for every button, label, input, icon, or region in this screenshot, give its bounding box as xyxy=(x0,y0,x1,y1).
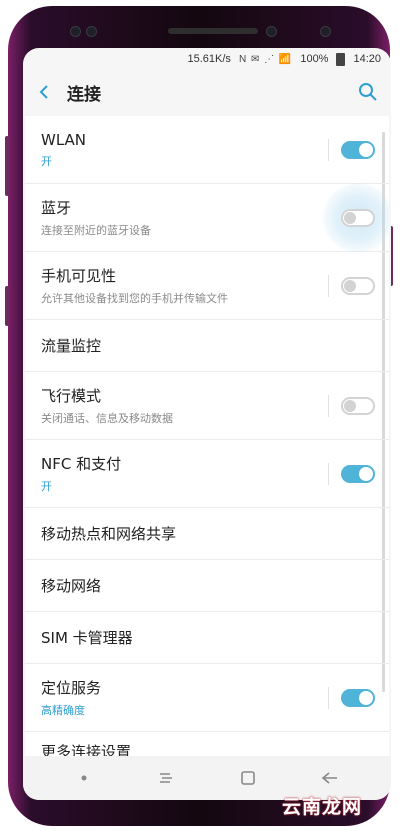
toggle-switch-phone-visibility[interactable] xyxy=(341,277,375,295)
setting-label: 定位服务 xyxy=(41,679,102,697)
setting-summary: 连接至附近的蓝牙设备 xyxy=(41,224,151,237)
recents-icon[interactable] xyxy=(154,766,178,790)
overview-square-icon[interactable] xyxy=(236,766,260,790)
home-dot-icon[interactable] xyxy=(72,766,96,790)
battery-level: 100% xyxy=(300,53,329,65)
page-title: 连接 xyxy=(67,84,101,105)
setting-row-location[interactable]: 定位服务 高精确度 xyxy=(25,664,389,732)
setting-texts: 定位服务 高精确度 xyxy=(41,677,101,718)
setting-texts: SIM 卡管理器 xyxy=(41,627,133,648)
toggle-divider xyxy=(328,275,329,297)
setting-label: SIM 卡管理器 xyxy=(41,629,133,647)
front-camera-right xyxy=(320,26,331,37)
setting-texts: 飞行模式关闭通话、信息及移动数据 xyxy=(41,385,173,426)
setting-row-sim-card-manager[interactable]: SIM 卡管理器 xyxy=(25,612,389,664)
setting-label: WLAN xyxy=(41,130,87,149)
setting-label: 移动热点和网络共享 xyxy=(41,525,177,543)
volume-button xyxy=(5,286,9,326)
toggle-switch-nfc-payment[interactable] xyxy=(341,465,375,483)
setting-row-bluetooth[interactable]: 蓝牙连接至附近的蓝牙设备 xyxy=(25,183,389,253)
signal-icons: N ✉ ⋰ 📶 xyxy=(238,53,293,65)
battery-icon xyxy=(336,52,346,66)
setting-row-nfc-payment[interactable]: NFC 和支付开 xyxy=(25,440,389,508)
settings-list: WLAN 开蓝牙 连接至附近的蓝牙设备 手机可见性 允许其他设备找到您的手机并传输文件流… xyxy=(25,116,389,770)
toggle-switch-location[interactable] xyxy=(341,689,375,707)
setting-label: NFC 和支付 xyxy=(41,455,122,473)
front-camera xyxy=(86,26,97,37)
phone-frame: 15.61K/s N ✉ ⋰ 📶 100% 14:20 连接 WLAN 开蓝牙 连接… xyxy=(5,6,393,826)
app-bar: 连接 xyxy=(23,70,391,114)
search-icon[interactable] xyxy=(357,81,379,103)
earpiece xyxy=(168,28,258,34)
watermark-logo: 云南龙网 xyxy=(281,796,362,818)
toggle-divider xyxy=(328,395,329,417)
toggle-switch-bluetooth[interactable] xyxy=(341,209,375,227)
setting-texts: 蓝牙连接至附近的蓝牙设备 xyxy=(41,197,151,238)
setting-row-wlan[interactable]: WLAN 开 xyxy=(25,116,389,184)
setting-label: 飞行模式 xyxy=(41,387,102,405)
setting-texts: NFC 和支付开 xyxy=(41,453,121,494)
network-speed: 15.61K/s xyxy=(187,53,231,65)
setting-row-airplane-mode[interactable]: 飞行模式关闭通话、信息及移动数据 xyxy=(25,372,389,440)
setting-summary: 允许其他设备找到您的手机并传输文件 xyxy=(41,292,228,305)
screen: 15.61K/s N ✉ ⋰ 📶 100% 14:20 连接 WLAN 开蓝牙 连接… xyxy=(23,48,391,800)
toggle-divider xyxy=(328,139,329,161)
status-bar: 15.61K/s N ✉ ⋰ 📶 100% 14:20 xyxy=(23,48,391,70)
setting-row-phone-visibility[interactable]: 手机可见性允许其他设备找到您的手机并传输文件 xyxy=(25,252,389,320)
setting-label: 手机可见性 xyxy=(41,267,117,285)
bixby-button xyxy=(5,136,9,196)
toggle-switch-airplane-mode[interactable] xyxy=(341,397,375,415)
toggle-divider xyxy=(328,687,329,709)
setting-label: 流量监控 xyxy=(41,337,102,355)
toggle-divider xyxy=(328,463,329,485)
setting-texts: 手机可见性允许其他设备找到您的手机并传输文件 xyxy=(41,265,228,306)
back-arrow-icon[interactable] xyxy=(33,81,55,103)
iris-sensor xyxy=(266,26,277,37)
setting-texts: WLAN 开 xyxy=(41,131,86,169)
toggle-knob xyxy=(344,400,356,412)
toggle-knob xyxy=(359,143,373,157)
toggle-knob xyxy=(359,691,373,705)
setting-summary: 开 xyxy=(41,154,52,168)
setting-summary: 关闭通话、信息及移动数据 xyxy=(41,412,173,425)
setting-label: 蓝牙 xyxy=(41,199,72,217)
front-sensor xyxy=(70,26,81,37)
setting-row-hotspot-tethering[interactable]: 移动热点和网络共享 xyxy=(25,508,389,560)
setting-texts: 移动热点和网络共享 xyxy=(41,523,176,544)
toggle-switch-wlan[interactable] xyxy=(341,141,375,159)
clock: 14:20 xyxy=(353,53,381,65)
back-nav-icon[interactable] xyxy=(318,766,342,790)
setting-row-mobile-networks[interactable]: 移动网络 xyxy=(25,560,389,612)
setting-row-data-usage[interactable]: 流量监控 xyxy=(25,320,389,372)
setting-texts: 流量监控 xyxy=(41,335,101,356)
setting-texts: 移动网络 xyxy=(41,575,101,596)
setting-summary: 高精确度 xyxy=(41,704,85,717)
setting-summary: 开 xyxy=(41,480,52,493)
toggle-knob xyxy=(344,212,356,224)
toggle-knob xyxy=(359,467,373,481)
setting-label: 移动网络 xyxy=(41,577,102,595)
toggle-knob xyxy=(344,280,356,292)
